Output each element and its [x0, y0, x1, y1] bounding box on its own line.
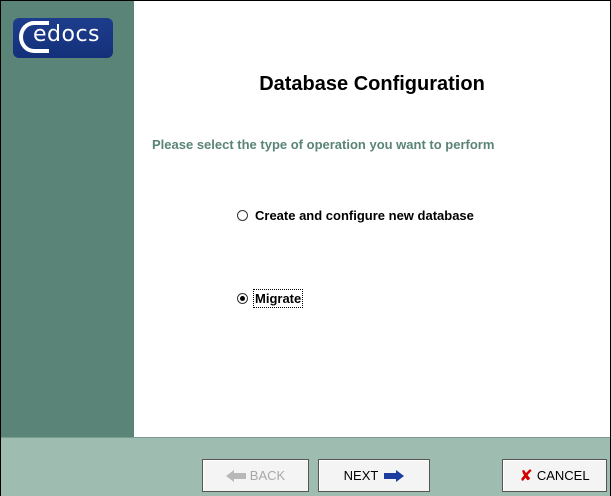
next-button-label: NEXT — [343, 468, 379, 483]
radio-migrate[interactable] — [237, 293, 248, 304]
cancel-button[interactable]: ✘ CANCEL — [502, 459, 607, 492]
edocs-logo: edocs — [13, 18, 113, 58]
main-panel: Database Configuration Please select the… — [134, 1, 610, 437]
next-button[interactable]: NEXT — [318, 459, 430, 492]
back-button[interactable]: BACK — [202, 459, 309, 492]
option-create-database[interactable]: Create and configure new database — [237, 208, 474, 223]
x-icon: ✘ — [519, 466, 533, 485]
back-button-label: BACK — [249, 468, 286, 483]
cancel-button-label: CANCEL — [536, 468, 590, 483]
instruction-text: Please select the type of operation you … — [152, 137, 495, 152]
option-create-database-label[interactable]: Create and configure new database — [255, 208, 474, 223]
option-migrate[interactable]: Migrate — [237, 289, 304, 308]
arrow-left-icon — [225, 469, 246, 482]
option-migrate-label[interactable]: Migrate — [252, 289, 304, 308]
wizard-window: edocs Database Configuration Please sele… — [0, 0, 611, 496]
arrow-right-icon — [384, 469, 405, 482]
sidebar: edocs — [1, 1, 134, 437]
page-title: Database Configuration — [259, 73, 485, 95]
radio-create-database[interactable] — [237, 210, 248, 221]
logo-text: edocs — [33, 22, 101, 47]
